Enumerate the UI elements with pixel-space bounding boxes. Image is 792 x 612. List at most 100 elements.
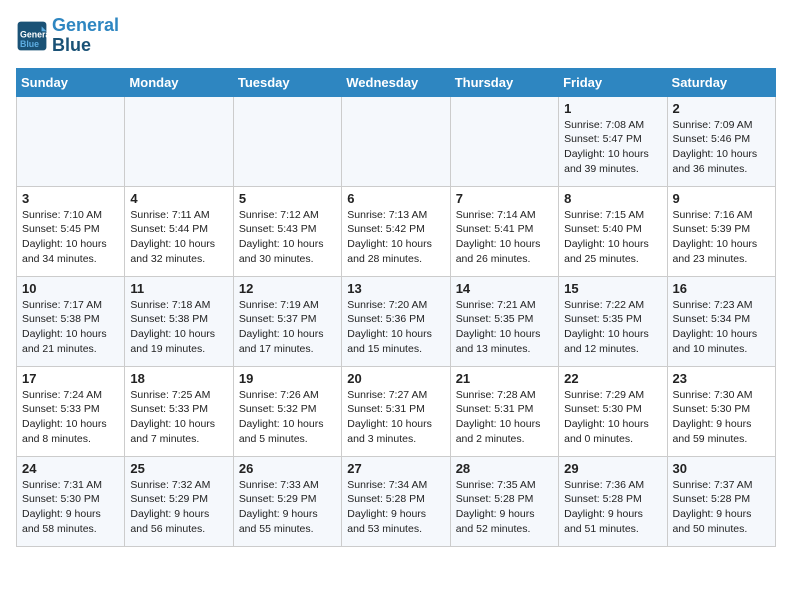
calendar-cell: 7 Sunrise: 7:14 AM Sunset: 5:41 PM Daylig… bbox=[450, 186, 558, 276]
day-info: Sunrise: 7:13 AM Sunset: 5:42 PM Dayligh… bbox=[347, 208, 444, 267]
day-info: Sunrise: 7:10 AM Sunset: 5:45 PM Dayligh… bbox=[22, 208, 119, 267]
day-number: 19 bbox=[239, 371, 336, 386]
day-number: 18 bbox=[130, 371, 227, 386]
day-number: 13 bbox=[347, 281, 444, 296]
day-number: 6 bbox=[347, 191, 444, 206]
day-number: 12 bbox=[239, 281, 336, 296]
weekday-header-saturday: Saturday bbox=[667, 68, 775, 96]
calendar-cell: 16Sunrise: 7:23 AM Sunset: 5:34 PM Dayli… bbox=[667, 276, 775, 366]
day-info: Sunrise: 7:23 AM Sunset: 5:34 PM Dayligh… bbox=[673, 298, 770, 357]
day-info: Sunrise: 7:08 AM Sunset: 5:47 PM Dayligh… bbox=[564, 118, 661, 177]
calendar-cell: 13 Sunrise: 7:20 AM Sunset: 5:36 PM Dayli… bbox=[342, 276, 450, 366]
day-number: 26 bbox=[239, 461, 336, 476]
calendar-cell: 2 Sunrise: 7:09 AM Sunset: 5:46 PM Daylig… bbox=[667, 96, 775, 186]
day-info: Sunrise: 7:35 AM Sunset: 5:28 PM Dayligh… bbox=[456, 478, 553, 537]
day-info: Sunrise: 7:26 AM Sunset: 5:32 PM Dayligh… bbox=[239, 388, 336, 447]
day-info: Sunrise: 7:29 AM Sunset: 5:30 PM Dayligh… bbox=[564, 388, 661, 447]
day-info: Sunrise: 7:30 AM Sunset: 5:30 PM Dayligh… bbox=[673, 388, 770, 447]
day-number: 30 bbox=[673, 461, 770, 476]
day-info: Sunrise: 7:24 AM Sunset: 5:33 PM Dayligh… bbox=[22, 388, 119, 447]
calendar-table: SundayMondayTuesdayWednesdayThursdayFrid… bbox=[16, 68, 776, 547]
day-info: Sunrise: 7:25 AM Sunset: 5:33 PM Dayligh… bbox=[130, 388, 227, 447]
day-number: 21 bbox=[456, 371, 553, 386]
calendar-cell: 23 Sunrise: 7:30 AM Sunset: 5:30 PM Dayli… bbox=[667, 366, 775, 456]
weekday-header-monday: Monday bbox=[125, 68, 233, 96]
calendar-cell: 6 Sunrise: 7:13 AM Sunset: 5:42 PM Daylig… bbox=[342, 186, 450, 276]
day-number: 10 bbox=[22, 281, 119, 296]
calendar-cell: 30 Sunrise: 7:37 AM Sunset: 5:28 PM Dayli… bbox=[667, 456, 775, 546]
calendar-cell: 15Sunrise: 7:22 AM Sunset: 5:35 PM Dayli… bbox=[559, 276, 667, 366]
calendar-cell: 12 Sunrise: 7:19 AM Sunset: 5:37 PM Dayli… bbox=[233, 276, 341, 366]
weekday-header-friday: Friday bbox=[559, 68, 667, 96]
svg-text:Blue: Blue bbox=[20, 39, 39, 49]
day-number: 28 bbox=[456, 461, 553, 476]
logo-icon: General Blue bbox=[16, 20, 48, 52]
day-number: 7 bbox=[456, 191, 553, 206]
day-number: 4 bbox=[130, 191, 227, 206]
calendar-cell: 4 Sunrise: 7:11 AM Sunset: 5:44 PM Daylig… bbox=[125, 186, 233, 276]
day-info: Sunrise: 7:09 AM Sunset: 5:46 PM Dayligh… bbox=[673, 118, 770, 177]
calendar-cell: 8 Sunrise: 7:15 AM Sunset: 5:40 PM Daylig… bbox=[559, 186, 667, 276]
calendar-cell: 28 Sunrise: 7:35 AM Sunset: 5:28 PM Dayli… bbox=[450, 456, 558, 546]
day-info: Sunrise: 7:18 AM Sunset: 5:38 PM Dayligh… bbox=[130, 298, 227, 357]
day-info: Sunrise: 7:34 AM Sunset: 5:28 PM Dayligh… bbox=[347, 478, 444, 537]
calendar-cell bbox=[233, 96, 341, 186]
calendar-cell: 17 Sunrise: 7:24 AM Sunset: 5:33 PM Dayli… bbox=[17, 366, 125, 456]
day-number: 25 bbox=[130, 461, 227, 476]
day-info: Sunrise: 7:22 AM Sunset: 5:35 PM Dayligh… bbox=[564, 298, 661, 357]
weekday-header-thursday: Thursday bbox=[450, 68, 558, 96]
day-info: Sunrise: 7:32 AM Sunset: 5:29 PM Dayligh… bbox=[130, 478, 227, 537]
day-number: 11 bbox=[130, 281, 227, 296]
day-info: Sunrise: 7:28 AM Sunset: 5:31 PM Dayligh… bbox=[456, 388, 553, 447]
calendar-cell: 9 Sunrise: 7:16 AM Sunset: 5:39 PM Daylig… bbox=[667, 186, 775, 276]
calendar-cell: 21 Sunrise: 7:28 AM Sunset: 5:31 PM Dayli… bbox=[450, 366, 558, 456]
calendar-cell: 18 Sunrise: 7:25 AM Sunset: 5:33 PM Dayli… bbox=[125, 366, 233, 456]
day-number: 1 bbox=[564, 101, 661, 116]
day-info: Sunrise: 7:19 AM Sunset: 5:37 PM Dayligh… bbox=[239, 298, 336, 357]
day-info: Sunrise: 7:12 AM Sunset: 5:43 PM Dayligh… bbox=[239, 208, 336, 267]
day-number: 24 bbox=[22, 461, 119, 476]
day-number: 20 bbox=[347, 371, 444, 386]
day-number: 9 bbox=[673, 191, 770, 206]
weekday-header-tuesday: Tuesday bbox=[233, 68, 341, 96]
day-info: Sunrise: 7:27 AM Sunset: 5:31 PM Dayligh… bbox=[347, 388, 444, 447]
logo-text-line1: General bbox=[52, 16, 119, 36]
calendar-cell bbox=[450, 96, 558, 186]
day-number: 29 bbox=[564, 461, 661, 476]
day-number: 17 bbox=[22, 371, 119, 386]
page-header: General Blue General Blue bbox=[16, 16, 776, 56]
logo-text-line2: Blue bbox=[52, 36, 119, 56]
calendar-cell: 10 Sunrise: 7:17 AM Sunset: 5:38 PM Dayli… bbox=[17, 276, 125, 366]
calendar-cell: 22 Sunrise: 7:29 AM Sunset: 5:30 PM Dayli… bbox=[559, 366, 667, 456]
weekday-header-wednesday: Wednesday bbox=[342, 68, 450, 96]
day-info: Sunrise: 7:37 AM Sunset: 5:28 PM Dayligh… bbox=[673, 478, 770, 537]
day-number: 14 bbox=[456, 281, 553, 296]
calendar-cell: 25 Sunrise: 7:32 AM Sunset: 5:29 PM Dayli… bbox=[125, 456, 233, 546]
day-number: 23 bbox=[673, 371, 770, 386]
day-info: Sunrise: 7:21 AM Sunset: 5:35 PM Dayligh… bbox=[456, 298, 553, 357]
calendar-cell bbox=[17, 96, 125, 186]
day-number: 5 bbox=[239, 191, 336, 206]
day-info: Sunrise: 7:14 AM Sunset: 5:41 PM Dayligh… bbox=[456, 208, 553, 267]
day-info: Sunrise: 7:16 AM Sunset: 5:39 PM Dayligh… bbox=[673, 208, 770, 267]
calendar-cell: 1 Sunrise: 7:08 AM Sunset: 5:47 PM Daylig… bbox=[559, 96, 667, 186]
day-info: Sunrise: 7:15 AM Sunset: 5:40 PM Dayligh… bbox=[564, 208, 661, 267]
calendar-cell: 27 Sunrise: 7:34 AM Sunset: 5:28 PM Dayli… bbox=[342, 456, 450, 546]
calendar-cell: 3 Sunrise: 7:10 AM Sunset: 5:45 PM Daylig… bbox=[17, 186, 125, 276]
calendar-cell bbox=[125, 96, 233, 186]
day-number: 3 bbox=[22, 191, 119, 206]
calendar-cell: 19 Sunrise: 7:26 AM Sunset: 5:32 PM Dayli… bbox=[233, 366, 341, 456]
day-info: Sunrise: 7:36 AM Sunset: 5:28 PM Dayligh… bbox=[564, 478, 661, 537]
calendar-cell: 26Sunrise: 7:33 AM Sunset: 5:29 PM Dayli… bbox=[233, 456, 341, 546]
calendar-cell: 14 Sunrise: 7:21 AM Sunset: 5:35 PM Dayli… bbox=[450, 276, 558, 366]
day-info: Sunrise: 7:17 AM Sunset: 5:38 PM Dayligh… bbox=[22, 298, 119, 357]
day-info: Sunrise: 7:11 AM Sunset: 5:44 PM Dayligh… bbox=[130, 208, 227, 267]
day-number: 8 bbox=[564, 191, 661, 206]
weekday-header-sunday: Sunday bbox=[17, 68, 125, 96]
day-number: 22 bbox=[564, 371, 661, 386]
day-number: 27 bbox=[347, 461, 444, 476]
day-number: 2 bbox=[673, 101, 770, 116]
calendar-cell: 24Sunrise: 7:31 AM Sunset: 5:30 PM Dayli… bbox=[17, 456, 125, 546]
calendar-cell: 11 Sunrise: 7:18 AM Sunset: 5:38 PM Dayli… bbox=[125, 276, 233, 366]
day-info: Sunrise: 7:20 AM Sunset: 5:36 PM Dayligh… bbox=[347, 298, 444, 357]
